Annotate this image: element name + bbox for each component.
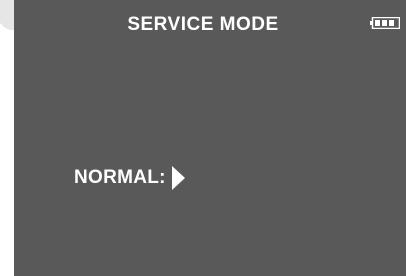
device-frame: SERVICE MODE NORMAL: (0, 0, 406, 276)
battery-icon (370, 17, 400, 29)
play-arrow-icon[interactable] (170, 165, 186, 191)
mode-label: NORMAL: (74, 167, 166, 188)
mode-selector[interactable]: NORMAL: (74, 165, 186, 191)
service-mode-screen: SERVICE MODE NORMAL: (14, 0, 406, 276)
page-title: SERVICE MODE (127, 14, 279, 35)
